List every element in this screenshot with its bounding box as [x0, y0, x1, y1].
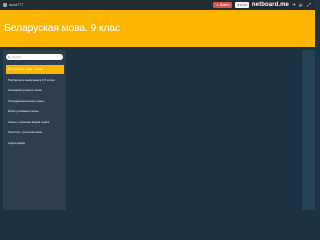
username: жоха777: [9, 3, 24, 7]
logout-button[interactable]: ✕ Выйти: [213, 2, 233, 8]
sidebar-item[interactable]: Простая і ускосная мова: [6, 128, 64, 137]
avatar: [3, 3, 7, 7]
search-icon: [8, 55, 11, 59]
sidebar-item-label: Складаназалежныя сказы: [8, 98, 45, 103]
board-canvas[interactable]: [68, 50, 301, 210]
sign-in-icon[interactable]: ➜: [292, 2, 296, 8]
right-panel: [302, 50, 315, 210]
brand-logo[interactable]: netboard.me: [252, 2, 289, 8]
fullscreen-icon[interactable]: ⤢: [307, 2, 311, 8]
sidebar-item[interactable]: Бяззлучнікавыя сказы: [6, 107, 64, 116]
sidebar-item[interactable]: Складаназалежныя сказы: [6, 97, 64, 106]
sidebar-menu: Беларуская мова. 9 клас Паўтарэнне вывуч…: [6, 65, 64, 149]
sidebar-item-label: Складназлучаныя сказы: [8, 88, 43, 92]
sidebar-item[interactable]: Арфаграфія: [6, 139, 64, 148]
top-actions: ✕ Выйти ♥ 0 0 0 netboard.me ➜ 🔈 ⤢: [213, 0, 311, 10]
sidebar-item[interactable]: Паўтарэнне вывучанага ў 8 класе: [6, 76, 64, 85]
top-bar: жоха777 ✕ Выйти ♥ 0 0 0 netboard.me ➜ 🔈 …: [0, 0, 315, 10]
sidebar-item-label: Беларуская мова. 9 клас: [8, 67, 43, 71]
sidebar: Беларуская мова. 9 клас Паўтарэнне вывуч…: [3, 50, 66, 210]
exit-icon: ✕: [216, 2, 219, 7]
counter-label: 0 0 0: [240, 3, 247, 7]
sidebar-item-label: Бяззлучнікавыя сказы: [8, 109, 39, 113]
search-box[interactable]: [6, 54, 63, 60]
board-header: Беларуская мова. 9 клас: [0, 10, 315, 47]
stats-counter[interactable]: ♥ 0 0 0: [235, 2, 249, 8]
sidebar-item-label: Простая і ускосная мова: [8, 130, 43, 134]
sidebar-item-label: Паўтарэнне вывучанага ў 8 класе: [8, 77, 55, 82]
sidebar-item[interactable]: Сказы з рознымі відамі сувязі: [6, 118, 64, 127]
logout-label: Выйти: [219, 2, 230, 7]
sidebar-item[interactable]: Беларуская мова. 9 клас: [6, 65, 64, 74]
sidebar-item[interactable]: Складназлучаныя сказы: [6, 86, 64, 95]
heart-icon: ♥: [237, 3, 240, 7]
volume-icon[interactable]: 🔈: [299, 2, 305, 8]
user-menu[interactable]: жоха777: [3, 3, 23, 7]
page-title: Беларуская мова. 9 клас: [4, 22, 120, 34]
sidebar-item-label: Арфаграфія: [8, 140, 25, 145]
search-input[interactable]: [12, 55, 60, 59]
sidebar-item-label: Сказы з рознымі відамі сувязі: [8, 119, 50, 124]
